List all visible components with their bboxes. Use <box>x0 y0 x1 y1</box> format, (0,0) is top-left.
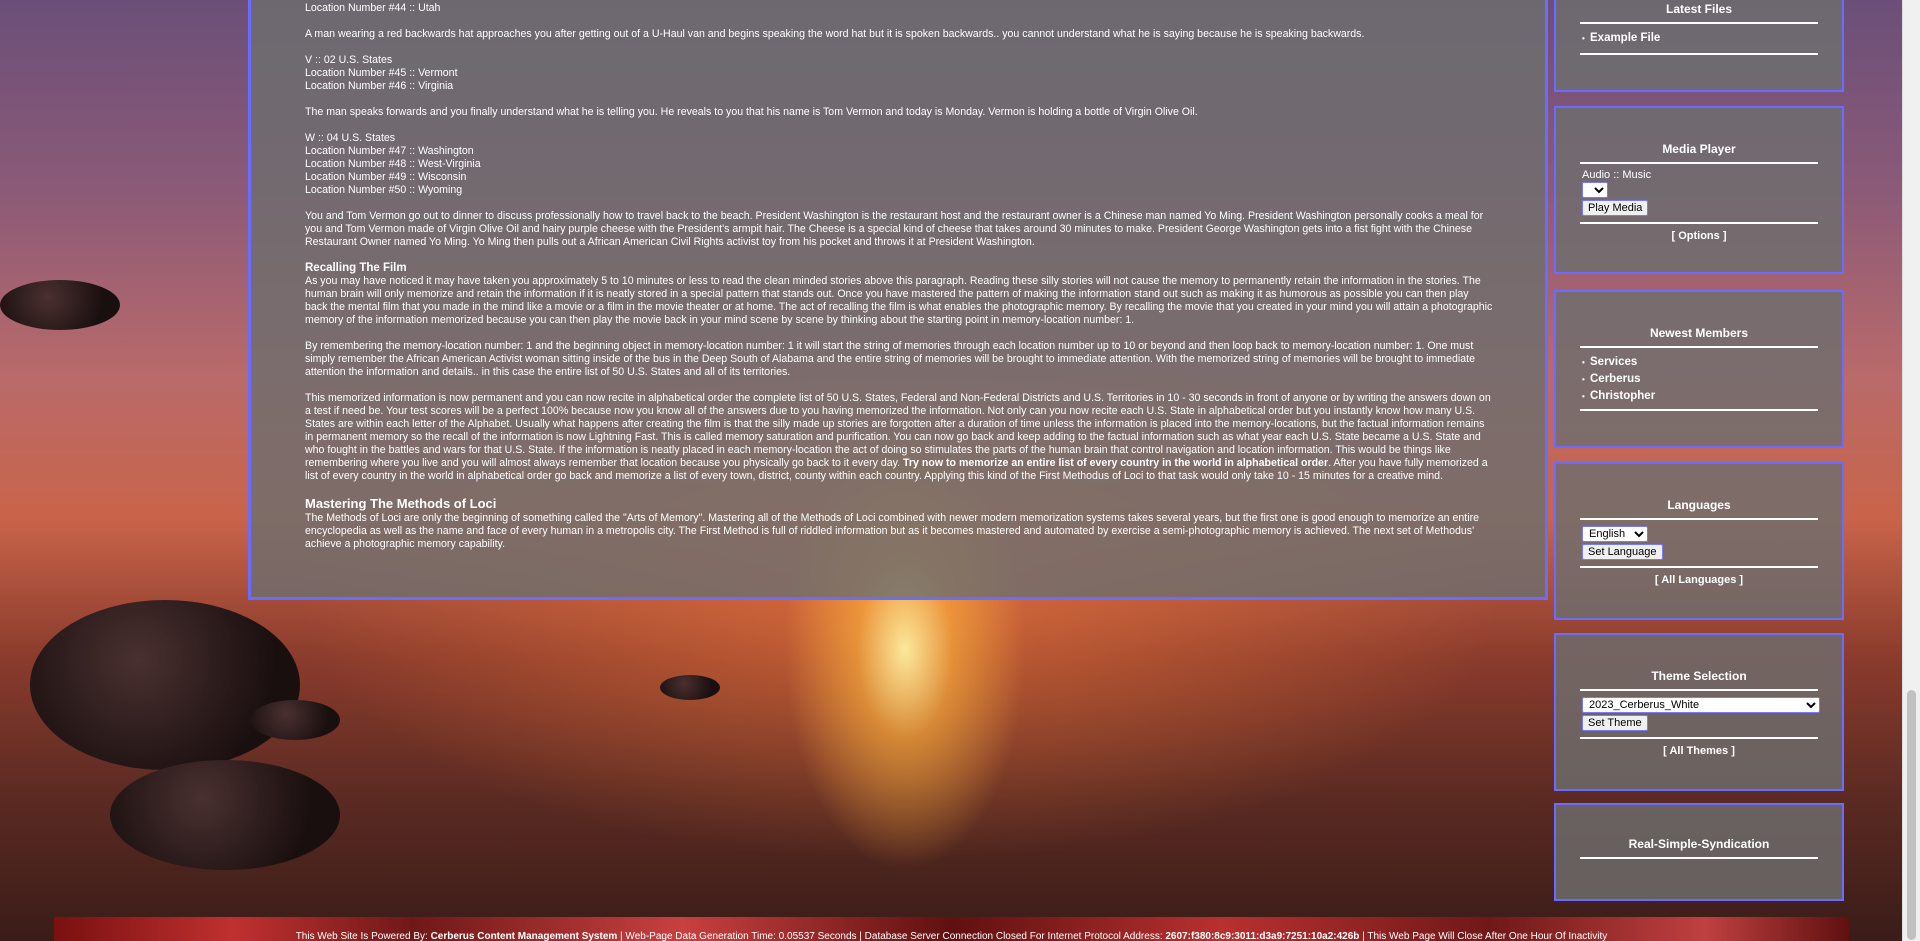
footer-ip: 2607:f380:8c9:3011:d3a9:7251:10a2:426b <box>1165 931 1360 941</box>
media-player-box: Media Player Audio :: Music Play Media [… <box>1554 106 1844 274</box>
mastering-heading: Mastering The Methods of Loci <box>305 496 497 511</box>
divider <box>1580 222 1818 224</box>
content-paragraph: As you may have noticed it may have take… <box>305 275 1493 326</box>
theme-selection-box: Theme Selection 2023_Cerberus_White Set … <box>1554 633 1844 791</box>
member-link[interactable]: • Cerberus <box>1582 371 1816 388</box>
latest-files-title: Latest Files <box>1665 2 1733 16</box>
file-link-label: Example File <box>1590 32 1661 44</box>
content-paragraph: V :: 02 U.S. States Location Number #45 … <box>305 54 458 92</box>
divider <box>1580 857 1818 859</box>
newest-members-title: Newest Members <box>1649 326 1749 340</box>
all-languages-link[interactable]: [ All Languages ] <box>1556 574 1842 586</box>
bullet-icon: • <box>1582 392 1585 401</box>
main-content-panel: Location Number #44 :: Utah A man wearin… <box>248 0 1548 600</box>
footer-prefix: This Web Site Is Powered By: <box>295 931 431 941</box>
background-rock <box>660 675 720 700</box>
footer-middle: | Web-Page Data Generation Time: 0.05537… <box>617 931 1166 941</box>
content-paragraph: You and Tom Vermon go out to dinner to d… <box>305 210 1484 248</box>
member-link-label: Christopher <box>1590 390 1656 402</box>
set-language-button[interactable]: Set Language <box>1582 544 1663 560</box>
language-select[interactable]: English <box>1582 526 1648 542</box>
content-paragraph: A man wearing a red backwards hat approa… <box>305 28 1365 40</box>
footer-bar: This Web Site Is Powered By: Cerberus Co… <box>54 917 1849 941</box>
languages-title: Languages <box>1667 498 1731 512</box>
content-paragraph: By remembering the memory-location numbe… <box>305 340 1475 378</box>
content-paragraph: Location Number #44 :: Utah <box>305 2 441 14</box>
newest-members-box: Newest Members • Services • Cerberus • Chri… <box>1554 290 1844 448</box>
divider <box>1580 566 1818 568</box>
bullet-icon: • <box>1582 375 1585 384</box>
latest-files-box: Latest Files • Example File <box>1554 0 1844 92</box>
background-rock <box>110 760 340 870</box>
set-theme-button[interactable]: Set Theme <box>1582 715 1648 731</box>
member-link-label: Services <box>1590 356 1638 368</box>
background-rock <box>250 700 340 740</box>
footer-suffix: | This Web Page Will Close After One Hou… <box>1359 931 1608 941</box>
scrollbar-thumb[interactable] <box>1907 690 1916 940</box>
page-scrollbar[interactable] <box>1902 0 1920 941</box>
content-paragraph: The man speaks forwards and you finally … <box>305 106 1198 118</box>
background-rock <box>0 280 120 330</box>
media-type-label: Audio :: Music <box>1582 169 1652 181</box>
media-player-title: Media Player <box>1662 142 1736 156</box>
all-themes-link[interactable]: [ All Themes ] <box>1556 745 1842 757</box>
play-media-button[interactable]: Play Media <box>1582 200 1649 216</box>
member-link[interactable]: • Services <box>1582 354 1816 371</box>
content-paragraph: W :: 04 U.S. States Location Number #47 … <box>305 132 481 196</box>
divider <box>1580 53 1818 55</box>
divider <box>1580 409 1818 411</box>
background-rock <box>30 600 300 770</box>
member-link-label: Cerberus <box>1590 373 1641 385</box>
theme-select[interactable]: 2023_Cerberus_White <box>1582 697 1820 713</box>
file-link[interactable]: • Example File <box>1582 30 1816 47</box>
rss-box: Real-Simple-Syndication <box>1554 803 1844 901</box>
rss-title: Real-Simple-Syndication <box>1628 837 1770 851</box>
bullet-icon: • <box>1582 358 1585 367</box>
media-options-link[interactable]: [ Options ] <box>1556 230 1842 242</box>
media-select[interactable] <box>1582 182 1608 198</box>
member-link[interactable]: • Christopher <box>1582 388 1816 405</box>
divider <box>1580 737 1818 739</box>
memorized-text-bold: Try now to memorize an entire list of ev… <box>903 457 1329 469</box>
bullet-icon: • <box>1582 34 1585 43</box>
content-paragraph: The Methods of Loci are only the beginni… <box>305 512 1480 550</box>
footer-text: This Web Site Is Powered By: Cerberus Co… <box>54 931 1849 941</box>
memorized-paragraph: This memorized information is now perman… <box>305 392 1493 483</box>
theme-selection-title: Theme Selection <box>1651 669 1747 683</box>
recalling-heading: Recalling The Film <box>305 262 407 274</box>
languages-box: Languages English Set Language [ All Lan… <box>1554 462 1844 620</box>
footer-cms-link[interactable]: Cerberus Content Management System <box>431 931 618 941</box>
